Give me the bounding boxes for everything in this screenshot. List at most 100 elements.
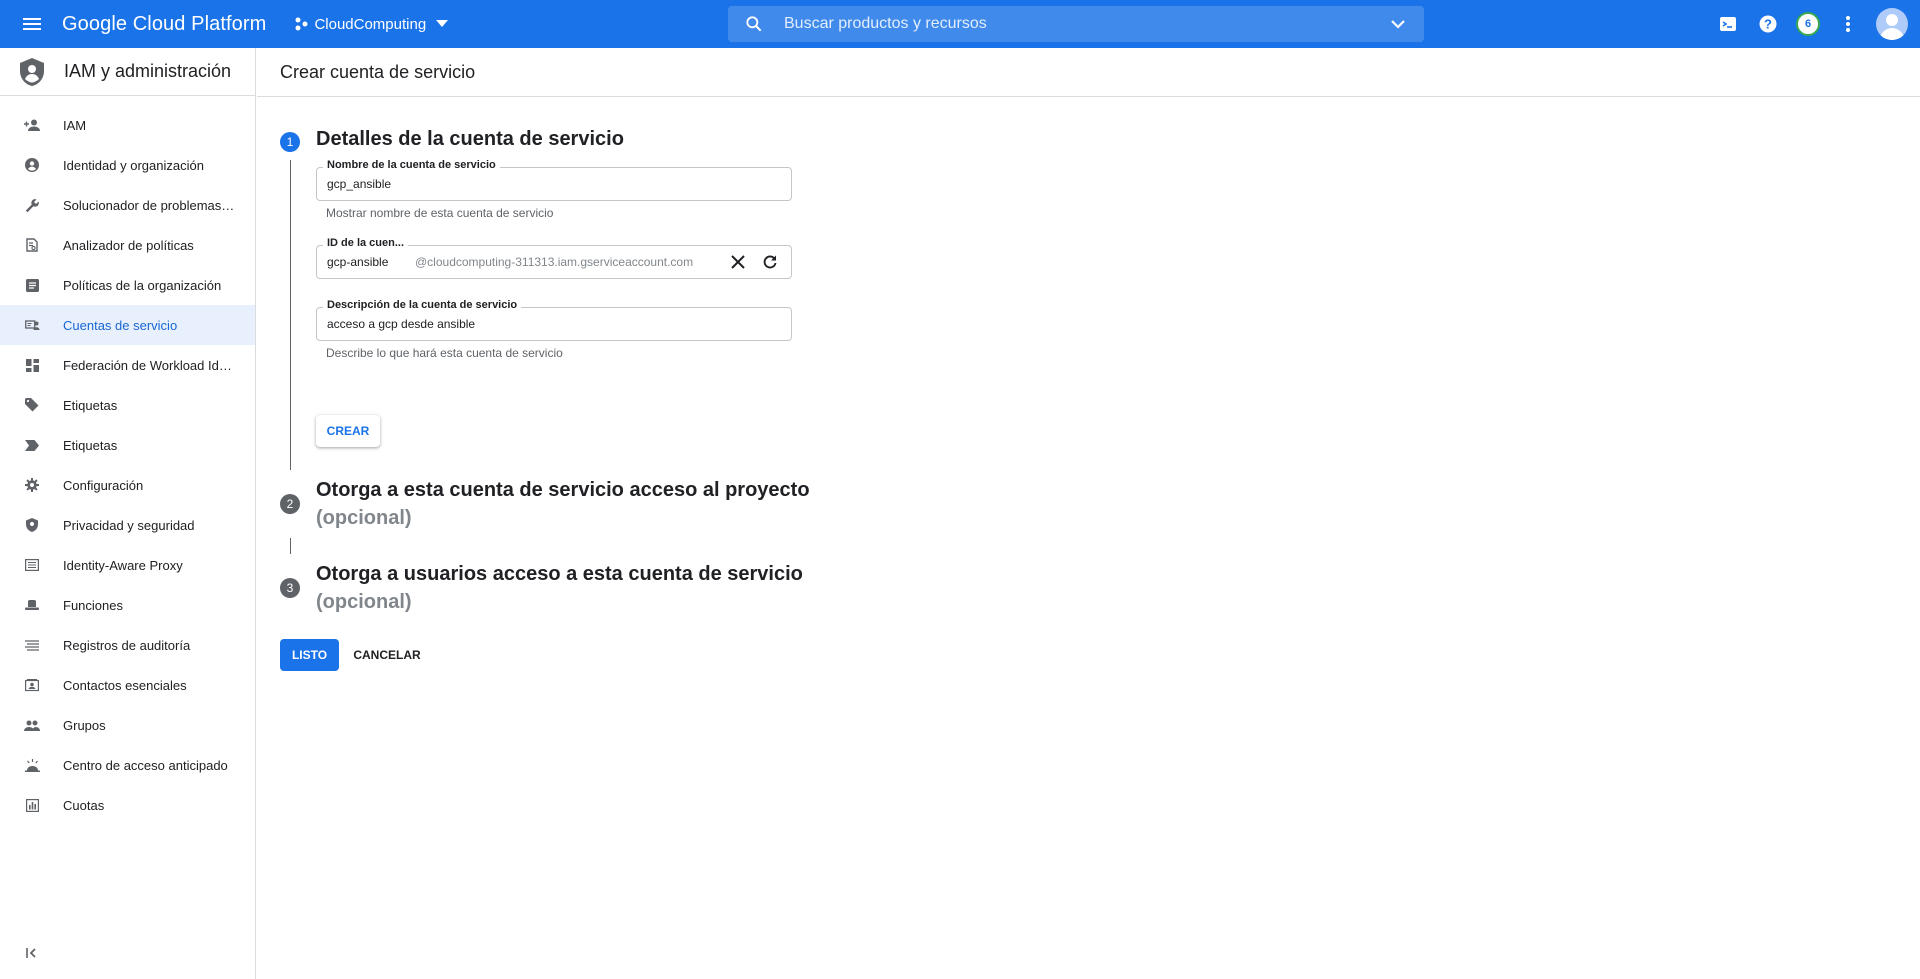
top-app-bar: Google Cloud Platform CloudComputing ? 6 xyxy=(0,0,1920,48)
service-account-description-input[interactable]: acceso a gcp desde ansible xyxy=(327,317,475,331)
sidebar-item-label: Privacidad y seguridad xyxy=(63,517,195,533)
done-button[interactable]: LISTO xyxy=(280,639,339,671)
service-account-email-suffix: @cloudcomputing-311313.iam.gserviceaccou… xyxy=(415,255,694,269)
sidebar-item-label: Funciones xyxy=(63,597,123,613)
service-account-icon xyxy=(23,316,41,334)
main-content: Crear cuenta de servicio 1 Detalles de l… xyxy=(257,48,1920,979)
service-account-name-input[interactable]: gcp_ansible xyxy=(327,177,391,191)
sidebar-item-identity-org[interactable]: Identidad y organización xyxy=(0,145,255,185)
sidebar-item-troubleshooter[interactable]: Solucionador de problemas ... xyxy=(0,185,255,225)
service-account-id-field[interactable]: ID de la cuen... gcp-ansible @cloudcompu… xyxy=(316,237,792,279)
sidebar-item-early-access-center[interactable]: Centro de acceso anticipado xyxy=(0,745,255,785)
service-account-name-label: Nombre de la cuenta de servicio xyxy=(323,159,500,171)
step-3-number: 3 xyxy=(280,578,300,598)
sidebar-item-label: Contactos esenciales xyxy=(63,677,187,693)
sidebar-item-tags[interactable]: Etiquetas xyxy=(0,385,255,425)
sidebar-item-label: Configuración xyxy=(63,477,144,493)
brand-title[interactable]: Google Cloud Platform xyxy=(62,13,266,36)
sidebar-item-org-policies[interactable]: Políticas de la organización xyxy=(0,265,255,305)
step-2-number: 2 xyxy=(280,494,300,514)
lines-list-icon xyxy=(23,636,41,654)
project-hierarchy-icon xyxy=(295,17,308,31)
clear-icon[interactable] xyxy=(728,252,748,272)
sidebar-item-workload-federation[interactable]: Federación de Workload Ide... xyxy=(0,345,255,385)
tag-icon xyxy=(23,396,41,414)
sidebar-item-roles[interactable]: Funciones xyxy=(0,585,255,625)
wrench-icon xyxy=(23,196,41,214)
service-account-id-label: ID de la cuen... xyxy=(323,237,409,249)
iam-shield-icon xyxy=(20,57,44,86)
help-icon[interactable]: ? xyxy=(1748,4,1788,44)
project-selector[interactable]: CloudComputing xyxy=(288,6,454,42)
step-3-title[interactable]: Otorga a usuarios acceso a esta cuenta d… xyxy=(316,563,803,586)
project-name: CloudComputing xyxy=(314,15,427,33)
search-icon xyxy=(746,16,762,32)
sidebar-item-label: Federación de Workload Ide... xyxy=(63,357,235,373)
page-header: Crear cuenta de servicio xyxy=(257,48,1920,97)
svg-text:?: ? xyxy=(1764,17,1772,32)
sidebar-item-quotas[interactable]: Cuotas xyxy=(0,785,255,825)
hamburger-menu-icon[interactable] xyxy=(12,4,52,44)
service-account-name-hint: Mostrar nombre de esta cuenta de servici… xyxy=(326,206,554,220)
sidebar-header: IAM y administración xyxy=(0,48,255,96)
step-2-optional: (opcional) xyxy=(316,507,412,529)
create-button[interactable]: CREAR xyxy=(316,415,380,447)
sidebar-item-iam[interactable]: IAM xyxy=(0,105,255,145)
service-account-description-field[interactable]: Descripción de la cuenta de servicio acc… xyxy=(316,299,792,341)
service-account-id-input[interactable]: gcp-ansible xyxy=(327,255,388,269)
service-account-name-field[interactable]: Nombre de la cuenta de servicio gcp_ansi… xyxy=(316,159,792,201)
sidebar-item-privacy-security[interactable]: Privacidad y seguridad xyxy=(0,505,255,545)
step-1-connector-line xyxy=(290,160,291,470)
page-title: Crear cuenta de servicio xyxy=(280,61,476,82)
collapse-sidebar-icon[interactable] xyxy=(20,941,44,965)
sidebar-item-groups[interactable]: Grupos xyxy=(0,705,255,745)
step-1-number: 1 xyxy=(280,132,300,152)
step-2-title[interactable]: Otorga a esta cuenta de servicio acceso … xyxy=(316,479,810,502)
sidebar-item-audit-logs[interactable]: Registros de auditoría xyxy=(0,625,255,665)
service-account-description-label: Descripción de la cuenta de servicio xyxy=(323,299,522,311)
more-vert-icon[interactable] xyxy=(1828,4,1868,44)
sidebar: IAM y administración IAM Identidad y org… xyxy=(0,48,256,979)
avatar[interactable] xyxy=(1876,8,1908,40)
dashboard-icon xyxy=(23,356,41,374)
proxy-list-icon xyxy=(23,556,41,574)
label-icon xyxy=(23,436,41,454)
chevron-down-icon xyxy=(436,20,449,27)
top-actions: ? 6 xyxy=(1708,0,1920,48)
sidebar-item-label: Analizador de políticas xyxy=(63,237,194,253)
step-3-optional: (opcional) xyxy=(316,591,412,613)
search-expand-chevron-icon[interactable] xyxy=(1386,12,1410,36)
sidebar-item-label: Identity-Aware Proxy xyxy=(63,557,183,573)
person-add-icon xyxy=(23,116,41,134)
sidebar-item-label: Registros de auditoría xyxy=(63,637,191,653)
step-1-title: Detalles de la cuenta de servicio xyxy=(316,128,624,150)
sidebar-item-settings[interactable]: Configuración xyxy=(0,465,255,505)
sidebar-item-label: Políticas de la organización xyxy=(63,277,222,293)
sidebar-item-label: Centro de acceso anticipado xyxy=(63,757,228,773)
contact-card-icon xyxy=(23,676,41,694)
cancel-button[interactable]: CANCELAR xyxy=(347,639,427,671)
policy-analyzer-icon xyxy=(23,236,41,254)
sidebar-item-label: Identidad y organización xyxy=(63,157,204,173)
early-access-icon xyxy=(23,756,41,774)
notification-count: 6 xyxy=(1796,12,1820,36)
gear-icon xyxy=(23,476,41,494)
sidebar-item-identity-aware-proxy[interactable]: Identity-Aware Proxy xyxy=(0,545,255,585)
hat-icon xyxy=(23,596,41,614)
sidebar-item-labels[interactable]: Etiquetas xyxy=(0,425,255,465)
search-bar[interactable] xyxy=(728,6,1424,42)
people-icon xyxy=(23,716,41,734)
document-list-icon xyxy=(23,276,41,294)
step-2-connector-line xyxy=(290,538,291,554)
sidebar-item-policy-analyzer[interactable]: Analizador de políticas xyxy=(0,225,255,265)
cloud-shell-icon[interactable] xyxy=(1708,4,1748,44)
refresh-icon[interactable] xyxy=(760,252,780,272)
sidebar-item-essential-contacts[interactable]: Contactos esenciales xyxy=(0,665,255,705)
sidebar-item-service-accounts[interactable]: Cuentas de servicio xyxy=(0,305,255,345)
search-input[interactable] xyxy=(784,15,1386,33)
shield-icon xyxy=(23,516,41,534)
notifications-badge[interactable]: 6 xyxy=(1788,4,1828,44)
quota-icon xyxy=(23,796,41,814)
sidebar-title: IAM y administración xyxy=(64,61,232,81)
sidebar-item-label: Cuotas xyxy=(63,797,105,813)
